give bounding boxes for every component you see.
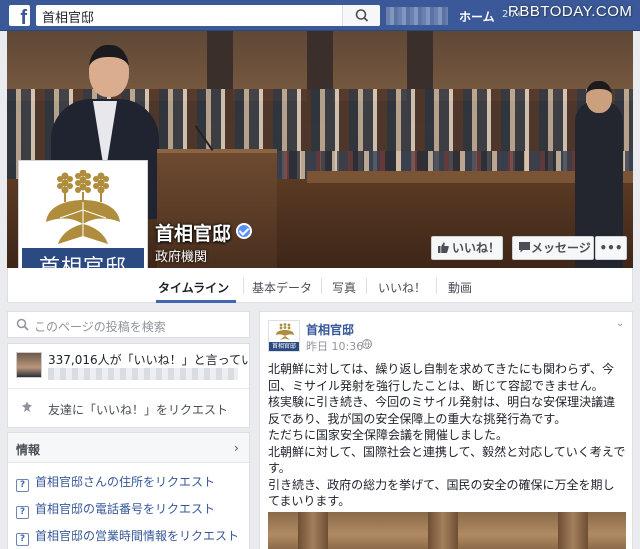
like-page-button[interactable]: いいね！ xyxy=(431,236,503,260)
search-button[interactable] xyxy=(342,5,380,26)
page-title[interactable]: 首相官邸 xyxy=(155,219,231,246)
top-navigation-bar: f 首相官邸 ホーム 20+ RBBTODAY.COM xyxy=(0,0,640,31)
tab-likes[interactable]: いいね！ xyxy=(378,279,426,296)
search-input-value: 首相官邸 xyxy=(42,11,95,26)
paulownia-emblem-icon xyxy=(276,323,294,340)
photo-curtain xyxy=(558,512,588,549)
message-button-label: メッセージ xyxy=(531,241,591,255)
cover-speaker-head xyxy=(89,45,129,97)
post-paragraph: 引き続き、政府の総力を挙げて、国民の安全の確保に万全を期してまいります。 xyxy=(268,477,615,509)
request-hours-label: 首相官邸の営業時間情報をリクエスト xyxy=(35,529,240,543)
invite-friends-link[interactable]: 友達に「いいね！」をリクエスト xyxy=(48,401,228,418)
post-text: 北朝鮮に対しては、繰り返し自制を求めてきたにも関わらず、今回、ミサイル発射を強行… xyxy=(268,361,626,510)
tab-separator xyxy=(243,278,244,294)
tab-separator xyxy=(321,278,322,294)
tab-timeline[interactable]: タイムライン xyxy=(158,279,229,296)
page-post-search-placeholder: このページの投稿を検索 xyxy=(34,320,166,334)
likes-card: 337,016人が「いいね！」と言ってい… 友達に「いいね！」をリクエスト xyxy=(7,343,250,428)
chevron-right-icon: › xyxy=(234,441,239,455)
tab-about[interactable]: 基本データ xyxy=(252,279,312,296)
blurred-friends-text xyxy=(48,368,238,380)
more-options-button[interactable]: ••• xyxy=(595,236,627,260)
cover-standing-man-head xyxy=(586,81,612,113)
request-address-link[interactable]: ? 首相官邸さんの住所をリクエスト xyxy=(16,473,215,492)
question-icon: ? xyxy=(16,506,29,519)
info-card: 情報 › ? 首相官邸さんの住所をリクエスト ? 首相官邸の電話番号をリクエスト ?… xyxy=(7,432,250,549)
globe-icon xyxy=(362,339,372,349)
request-hours-link[interactable]: ? 首相官邸の営業時間情報をリクエスト xyxy=(16,527,239,546)
question-icon: ? xyxy=(16,533,29,546)
page-tabs: タイムライン 基本データ 写真 いいね！ 動画 xyxy=(7,268,633,303)
message-icon xyxy=(519,242,530,253)
tab-photos[interactable]: 写真 xyxy=(332,279,356,296)
facebook-logo-icon[interactable]: f xyxy=(9,5,30,26)
thumbs-up-icon xyxy=(438,242,449,253)
global-search-input[interactable]: 首相官邸 xyxy=(36,5,380,26)
message-button[interactable]: メッセージ xyxy=(512,236,594,260)
search-icon xyxy=(16,318,29,331)
tab-videos[interactable]: 動画 xyxy=(448,279,472,296)
like-button-label: いいね！ xyxy=(452,241,501,255)
info-header[interactable]: 情報 › xyxy=(8,433,249,463)
photo-curtain xyxy=(298,512,328,549)
post-paragraph: 核実験に引き続き、今回のミサイル発射は、明白な安保理決議違反であり、我が国の安全… xyxy=(268,395,616,426)
likes-divider xyxy=(8,388,249,389)
invite-icon xyxy=(22,401,32,412)
page-post-search-input[interactable]: このページの投稿を検索 xyxy=(7,311,250,338)
active-tab-indicator xyxy=(156,300,236,303)
likes-count-text[interactable]: 337,016人が「いいね！」と言ってい… xyxy=(48,351,248,368)
tab-separator xyxy=(366,278,367,294)
paulownia-emblem-icon xyxy=(46,170,120,244)
request-phone-label: 首相官邸の電話番号をリクエスト xyxy=(35,502,216,516)
friend-avatar[interactable] xyxy=(16,352,42,378)
nav-home-link[interactable]: ホーム xyxy=(459,8,495,25)
question-icon: ? xyxy=(16,479,29,492)
post-avatar-label: 首相官邸 xyxy=(269,342,299,351)
post-timestamp[interactable]: 昨日 10:36 · xyxy=(306,338,370,354)
post-author-name[interactable]: 首相官邸 xyxy=(306,321,354,338)
watermark: RBBTODAY.COM xyxy=(508,3,633,20)
post-photo[interactable] xyxy=(268,512,626,549)
post-paragraph: 北朝鮮に対しては、繰り返し自制を求めてきたにも関わらず、今回、ミサイル発射を強行… xyxy=(268,362,614,393)
post-options-chevron-icon[interactable]: ⌄ xyxy=(616,318,624,329)
timeline-post: 首相官邸 首相官邸 昨日 10:36 · ⌄ 北朝鮮に対しては、繰り返し自制を求… xyxy=(259,311,633,549)
photo-curtain xyxy=(428,512,458,549)
verified-badge-icon xyxy=(236,223,252,239)
blurred-user-name xyxy=(386,7,448,25)
page-category[interactable]: 政府機関 xyxy=(155,246,207,265)
post-paragraph: ただちに国家安全保障会議を開催しました。 xyxy=(268,428,509,442)
post-paragraph: 北朝鮮に対して、国際社会と連携して、毅然と対応していく考えです。 xyxy=(268,444,626,476)
tab-separator xyxy=(436,278,437,294)
request-address-label: 首相官邸さんの住所をリクエスト xyxy=(35,475,216,489)
request-phone-link[interactable]: ? 首相官邸の電話番号をリクエスト xyxy=(16,500,215,519)
search-icon xyxy=(355,9,369,22)
info-title: 情報 xyxy=(16,443,41,457)
post-author-avatar[interactable]: 首相官邸 xyxy=(268,320,300,352)
